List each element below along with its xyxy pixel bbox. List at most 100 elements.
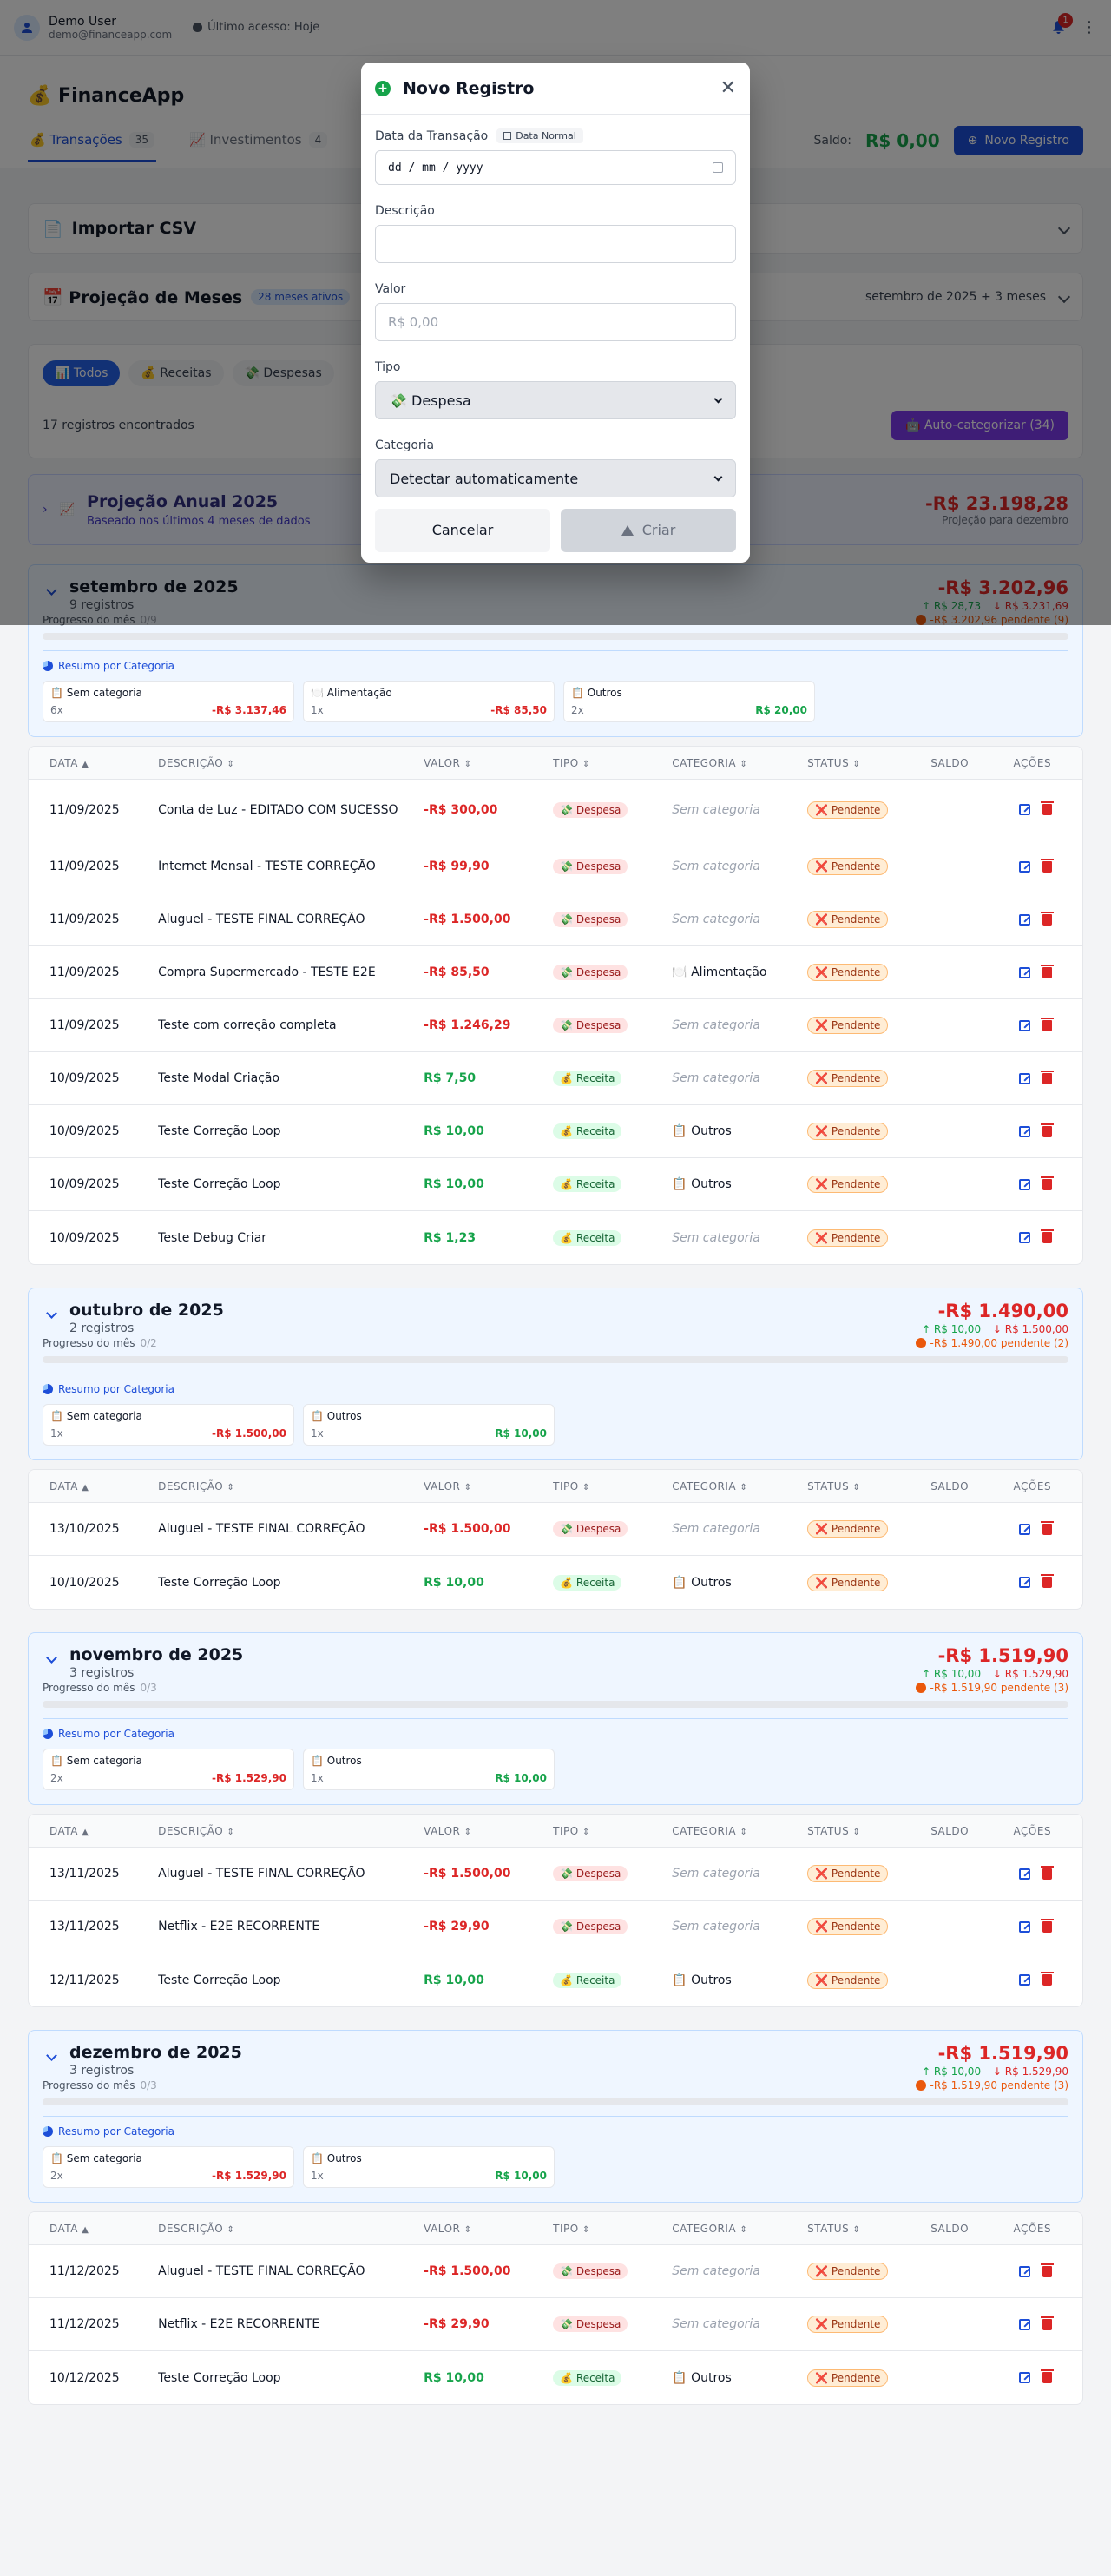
col-type[interactable]: TIPO ⇕ [553,757,672,769]
row-status-badge[interactable]: ❌ Pendente [807,911,889,928]
description-input[interactable] [375,225,736,263]
close-icon[interactable]: ✕ [720,77,736,99]
chevron-down-icon[interactable] [46,2050,57,2061]
row-status-badge[interactable]: ❌ Pendente [807,2368,889,2387]
calendar-icon[interactable] [713,162,723,173]
table-row[interactable]: 11/09/2025 Compra Supermercado - TESTE E… [29,946,1082,999]
col-value[interactable]: VALOR ⇕ [424,1825,553,1837]
edit-icon[interactable] [1018,1577,1030,1588]
edit-icon[interactable] [1018,2265,1030,2277]
edit-icon[interactable] [1018,966,1030,978]
edit-icon[interactable] [1018,1523,1030,1535]
table-row[interactable]: 11/09/2025 Conta de Luz - EDITADO COM SU… [29,780,1082,840]
col-category[interactable]: CATEGORIA ⇕ [672,2223,807,2235]
chevron-down-icon[interactable] [46,1308,57,1319]
row-status-badge[interactable]: ❌ Pendente [807,2316,889,2333]
col-category[interactable]: CATEGORIA ⇕ [672,1480,807,1492]
row-status-badge[interactable]: ❌ Pendente [807,800,889,819]
edit-icon[interactable] [1018,804,1030,815]
table-row[interactable]: 13/11/2025 Netflix - E2E RECORRENTE -R$ … [29,1901,1082,1953]
chevron-down-icon[interactable] [46,1652,57,1664]
table-row[interactable]: 10/10/2025 Teste Correção Loop R$ 10,00 … [29,1556,1082,1609]
trash-icon[interactable] [1040,2263,1054,2277]
trash-icon[interactable] [1040,1017,1054,1031]
col-description[interactable]: DESCRIÇÃO ⇕ [158,1480,424,1492]
row-status-badge[interactable]: ❌ Pendente [807,858,889,875]
col-date[interactable]: DATA ▲ [29,2223,158,2235]
cancel-button[interactable]: Cancelar [375,508,550,552]
row-status-badge[interactable]: ❌ Pendente [807,1017,889,1034]
type-select[interactable]: 💸 Despesa [375,381,736,419]
value-input[interactable]: R$ 0,00 [375,303,736,341]
col-value[interactable]: VALOR ⇕ [424,2223,553,2235]
trash-icon[interactable] [1040,858,1054,873]
col-status[interactable]: STATUS ⇕ [807,2223,930,2235]
col-date[interactable]: DATA ▲ [29,1480,158,1492]
trash-icon[interactable] [1040,1520,1054,1535]
table-row[interactable]: 11/12/2025 Aluguel - TESTE FINAL CORREÇÃ… [29,2245,1082,2298]
edit-icon[interactable] [1018,1019,1030,1031]
edit-icon[interactable] [1018,1178,1030,1190]
row-status-badge[interactable]: ❌ Pendente [807,1520,889,1538]
trash-icon[interactable] [1040,1123,1054,1137]
col-description[interactable]: DESCRIÇÃO ⇕ [158,2223,424,2235]
trash-icon[interactable] [1040,801,1054,815]
table-row[interactable]: 13/10/2025 Aluguel - TESTE FINAL CORREÇÃ… [29,1503,1082,1556]
edit-icon[interactable] [1018,1974,1030,1986]
row-status-badge[interactable]: ❌ Pendente [807,1070,889,1087]
row-status-badge[interactable]: ❌ Pendente [807,1573,889,1591]
trash-icon[interactable] [1040,1229,1054,1243]
edit-icon[interactable] [1018,2372,1030,2383]
trash-icon[interactable] [1040,1574,1054,1588]
col-status[interactable]: STATUS ⇕ [807,1825,930,1837]
row-status-badge[interactable]: ❌ Pendente [807,1123,889,1140]
table-row[interactable]: 11/09/2025 Internet Mensal - TESTE CORRE… [29,840,1082,893]
table-row[interactable]: 10/12/2025 Teste Correção Loop R$ 10,00 … [29,2351,1082,2404]
trash-icon[interactable] [1040,1972,1054,1986]
table-row[interactable]: 11/12/2025 Netflix - E2E RECORRENTE -R$ … [29,2298,1082,2351]
edit-icon[interactable] [1018,1125,1030,1137]
col-date[interactable]: DATA ▲ [29,757,158,769]
col-description[interactable]: DESCRIÇÃO ⇕ [158,1825,424,1837]
col-category[interactable]: CATEGORIA ⇕ [672,757,807,769]
table-row[interactable]: 10/09/2025 Teste Correção Loop R$ 10,00 … [29,1105,1082,1158]
create-button[interactable]: Criar [561,508,736,552]
row-status-badge[interactable]: ❌ Pendente [807,1865,889,1882]
table-row[interactable]: 11/09/2025 Aluguel - TESTE FINAL CORREÇÃ… [29,893,1082,946]
col-type[interactable]: TIPO ⇕ [553,1825,672,1837]
edit-icon[interactable] [1018,1868,1030,1880]
col-type[interactable]: TIPO ⇕ [553,1480,672,1492]
category-select[interactable]: Detectar automaticamente [375,459,736,497]
trash-icon[interactable] [1040,1918,1054,1933]
row-status-badge[interactable]: ❌ Pendente [807,964,889,981]
row-status-badge[interactable]: ❌ Pendente [807,1971,889,1989]
row-status-badge[interactable]: ❌ Pendente [807,2263,889,2280]
col-status[interactable]: STATUS ⇕ [807,757,930,769]
trash-icon[interactable] [1040,1865,1054,1880]
trash-icon[interactable] [1040,1176,1054,1190]
col-type[interactable]: TIPO ⇕ [553,2223,672,2235]
edit-icon[interactable] [1018,913,1030,926]
table-row[interactable]: 11/09/2025 Teste com correção completa -… [29,999,1082,1052]
row-status-badge[interactable]: ❌ Pendente [807,1229,889,1247]
date-mode-badge[interactable]: Data Normal [496,128,583,143]
edit-icon[interactable] [1018,1920,1030,1933]
col-description[interactable]: DESCRIÇÃO ⇕ [158,757,424,769]
edit-icon[interactable] [1018,2318,1030,2330]
col-date[interactable]: DATA ▲ [29,1825,158,1837]
col-value[interactable]: VALOR ⇕ [424,757,553,769]
edit-icon[interactable] [1018,1072,1030,1084]
table-row[interactable]: 10/09/2025 Teste Debug Criar R$ 1,23 💰 R… [29,1211,1082,1264]
trash-icon[interactable] [1040,2369,1054,2383]
edit-icon[interactable] [1018,860,1030,873]
trash-icon[interactable] [1040,911,1054,926]
date-input[interactable]: dd / mm / yyyy [375,150,736,185]
table-row[interactable]: 10/09/2025 Teste Correção Loop R$ 10,00 … [29,1158,1082,1211]
table-row[interactable]: 12/11/2025 Teste Correção Loop R$ 10,00 … [29,1953,1082,2006]
trash-icon[interactable] [1040,1070,1054,1084]
col-value[interactable]: VALOR ⇕ [424,1480,553,1492]
row-status-badge[interactable]: ❌ Pendente [807,1918,889,1935]
table-row[interactable]: 13/11/2025 Aluguel - TESTE FINAL CORREÇÃ… [29,1848,1082,1901]
trash-icon[interactable] [1040,2316,1054,2330]
trash-icon[interactable] [1040,964,1054,978]
